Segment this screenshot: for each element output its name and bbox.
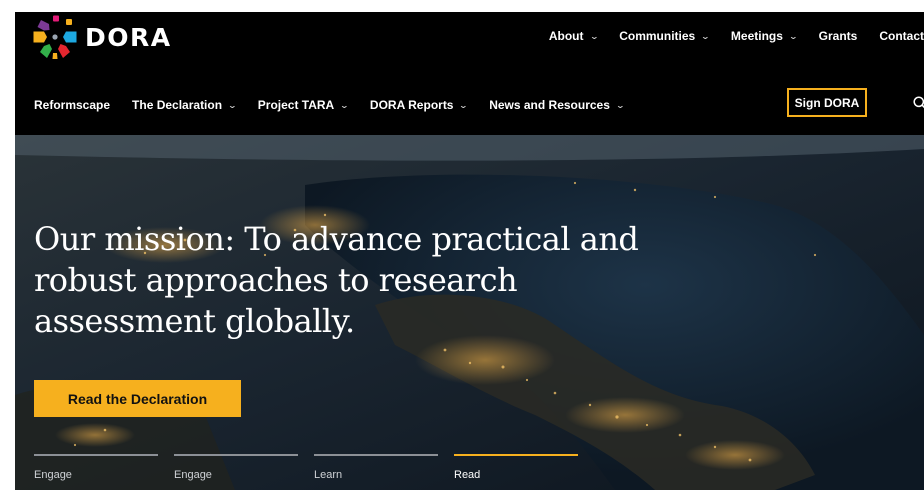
hero-tab-label: Read (454, 469, 481, 481)
chevron-down-icon: ⌄ (227, 100, 238, 110)
hero-tab-label: Engage (34, 469, 72, 481)
nav-item-label: Grants (818, 29, 858, 43)
nav-item-grants[interactable]: Grants (819, 29, 858, 43)
chevron-down-icon: ⌄ (700, 31, 711, 41)
hero-tab-read[interactable]: Read (454, 454, 578, 490)
nav-item-news-and-resources[interactable]: News and Resources ⌄ (489, 98, 625, 112)
chevron-down-icon: ⌄ (459, 100, 469, 110)
hero-tab-engage-1[interactable]: Engage (34, 454, 158, 490)
nav-item-meetings[interactable]: Meetings ⌄ (730, 29, 798, 43)
chevron-down-icon: ⌄ (615, 100, 625, 110)
dora-logo-icon (33, 15, 77, 59)
nav-item-label: About (548, 29, 584, 43)
nav-item-label: Reformscape (34, 98, 111, 112)
nav-item-label: Meetings (730, 29, 783, 43)
nav-item-dora-reports[interactable]: DORA Reports ⌄ (369, 98, 469, 112)
nav-item-reformscape[interactable]: Reformscape (34, 98, 110, 112)
nav-item-about[interactable]: About ⌄ (548, 29, 599, 43)
nav-item-communities[interactable]: Communities ⌄ (619, 29, 711, 43)
hero-tab-learn[interactable]: Learn (314, 454, 438, 490)
hero-section: Our mission: To advance practical and ro… (15, 135, 924, 490)
site-header: DORA About ⌄ Communities ⌄ Meetings ⌄ Gr… (15, 12, 924, 135)
nav-item-label: DORA Reports (369, 98, 454, 112)
chevron-down-icon: ⌄ (788, 31, 798, 41)
logo-wordmark: DORA (85, 22, 172, 52)
nav-item-the-declaration[interactable]: The Declaration ⌄ (132, 98, 238, 112)
main-nav: Reformscape The Declaration ⌄ Project TA… (34, 98, 646, 112)
hero-tab-engage-2[interactable]: Engage (174, 454, 298, 490)
chevron-down-icon: ⌄ (339, 100, 350, 110)
nav-item-label: Communities (619, 29, 696, 43)
page: DORA About ⌄ Communities ⌄ Meetings ⌄ Gr… (0, 0, 924, 490)
hero-title: Our mission: To advance practical and ro… (34, 220, 639, 340)
hero-tab-label: Engage (174, 469, 212, 481)
read-declaration-button[interactable]: Read the Declaration (34, 380, 241, 417)
search-icon[interactable] (913, 96, 924, 110)
hero-tab-label: Learn (314, 469, 343, 481)
nav-item-label: The Declaration (132, 98, 223, 112)
nav-item-label: Project TARA (257, 98, 335, 112)
nav-item-project-tara[interactable]: Project TARA ⌄ (257, 98, 350, 112)
utility-nav: About ⌄ Communities ⌄ Meetings ⌄ Grants … (527, 29, 924, 43)
dora-logo[interactable]: DORA (33, 15, 172, 59)
nav-item-label: Contact (879, 29, 924, 43)
sign-dora-button[interactable]: Sign DORA (787, 88, 867, 117)
chevron-down-icon: ⌄ (589, 31, 599, 41)
nav-item-contact[interactable]: Contact (879, 29, 924, 43)
nav-item-label: News and Resources (489, 98, 610, 112)
